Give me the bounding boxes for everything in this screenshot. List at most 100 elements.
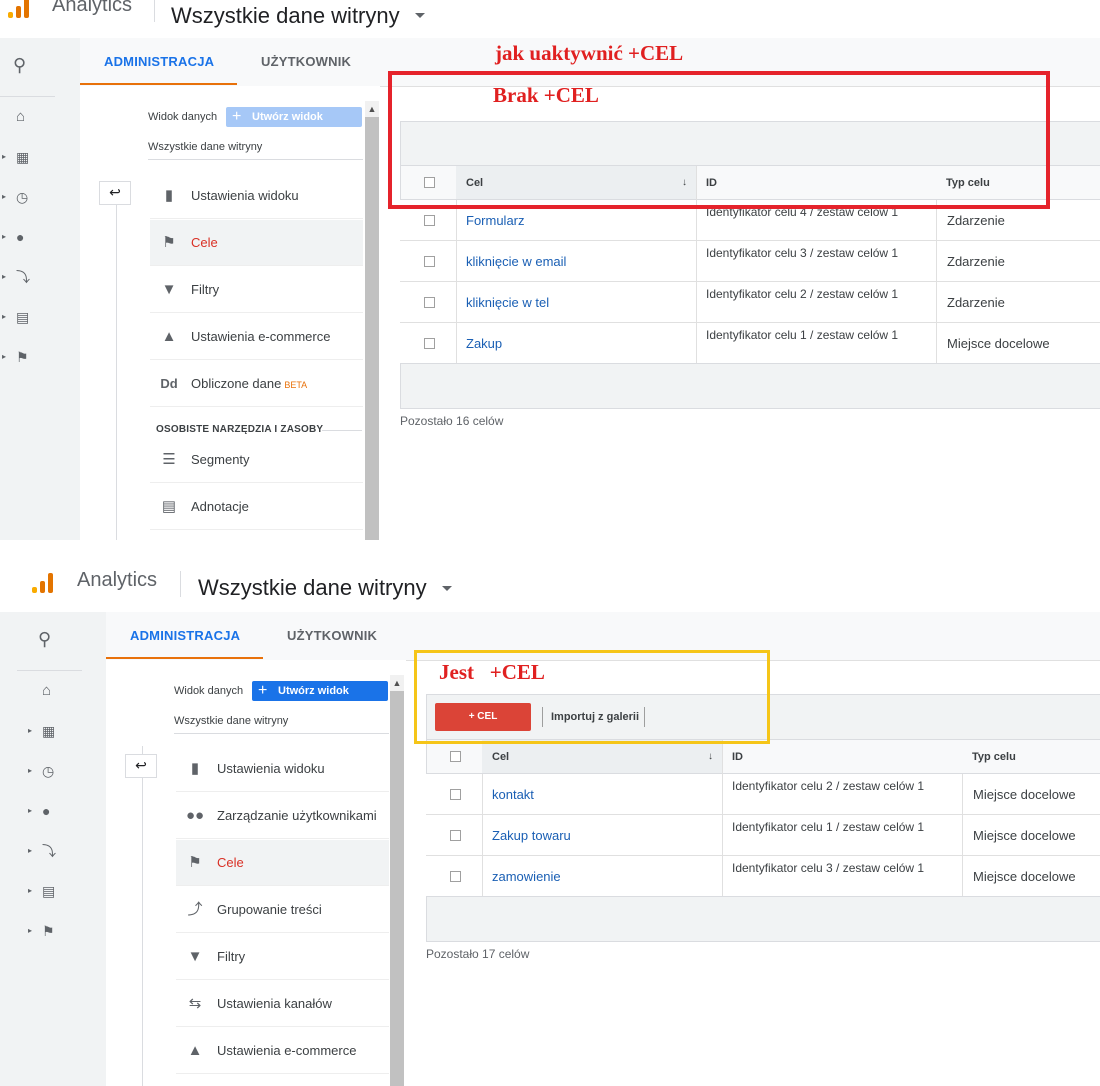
tab-administracja[interactable]: ADMINISTRACJA [104, 54, 214, 69]
goal-type: Miejsce docelowe [973, 787, 1076, 802]
goal-link[interactable]: zamowienie [492, 869, 561, 884]
menu-item-user-management[interactable]: ●● Zarządzanie użytkownikami [176, 793, 389, 839]
column-divider [936, 200, 937, 364]
expand-arrow-icon[interactable]: ▸ [2, 192, 6, 201]
menu-item-filters[interactable]: ▼ Filtry [150, 267, 363, 313]
goal-link[interactable]: Zakup towaru [492, 828, 571, 843]
segments-icon: ☰ [162, 451, 176, 468]
table-row: zamowienie Identyfikator celu 3 / zestaw… [426, 856, 1100, 897]
analytics-logo-icon [32, 569, 62, 593]
home-icon[interactable]: ⌂ [42, 683, 51, 698]
menu-item-annotations[interactable]: ▤ Adnotacje [150, 484, 363, 530]
tab-uzytkownik[interactable]: UŻYTKOWNIK [261, 54, 351, 69]
goal-link[interactable]: Formularz [466, 213, 525, 228]
chevron-down-icon[interactable] [415, 13, 425, 18]
menu-item-segments[interactable]: ☰ Segmenty [150, 437, 363, 483]
column-goal[interactable]: Cel [492, 751, 509, 763]
expand-arrow-icon[interactable]: ▸ [28, 806, 32, 815]
goal-link[interactable]: kontakt [492, 787, 534, 802]
expand-arrow-icon[interactable]: ▸ [2, 232, 6, 241]
nav-divider [0, 96, 55, 97]
expand-arrow-icon[interactable]: ▸ [28, 926, 32, 935]
clock-icon[interactable]: ◷ [16, 190, 28, 204]
tree-line [116, 205, 117, 540]
menu-item-goals[interactable]: ⚑ Cele [150, 220, 363, 266]
tab-underline [106, 657, 263, 659]
menu-item-ecommerce[interactable]: ▲ Ustawienia e-commerce [150, 314, 363, 360]
property-selector[interactable]: Wszystkie dane witryny [198, 575, 427, 601]
scrollbar[interactable] [365, 117, 379, 540]
person-icon[interactable]: ● [16, 230, 24, 244]
create-view-button[interactable]: + Utwórz widok danych [252, 681, 388, 717]
menu-item-calculated-metrics[interactable]: Dd Obliczone dane BETA [150, 361, 363, 407]
scrollbar[interactable] [390, 691, 404, 1086]
conversions-flag-icon[interactable]: ⚑ [42, 924, 55, 938]
menu-item-content-grouping[interactable]: ⤴ Grupowanie treści [176, 887, 389, 933]
view-name[interactable]: Wszystkie dane witryny [174, 715, 288, 727]
table-row: kontakt Identyfikator celu 2 / zestaw ce… [426, 774, 1100, 815]
search-icon[interactable]: ⚲ [38, 630, 51, 648]
menu-item-channel-settings[interactable]: ⇆ Ustawienia kanałów [176, 981, 389, 1027]
expand-arrow-icon[interactable]: ▸ [28, 886, 32, 895]
expand-arrow-icon[interactable]: ▸ [2, 352, 6, 361]
expand-arrow-icon[interactable]: ▸ [2, 152, 6, 161]
menu-item-view-settings[interactable]: ▮ Ustawienia widoku [176, 746, 389, 792]
column-id[interactable]: ID [732, 751, 743, 763]
goal-link[interactable]: kliknięcie w email [466, 254, 566, 269]
acquisition-icon[interactable]: ⤵ [16, 270, 30, 284]
view-name[interactable]: Wszystkie dane witryny [148, 141, 262, 153]
person-icon[interactable]: ● [42, 804, 50, 818]
table-row: kliknięcie w email Identyfikator celu 3 … [400, 241, 1100, 282]
section-heading: OSOBISTE NARZĘDZIA I ZASOBY [156, 424, 324, 435]
expand-arrow-icon[interactable]: ▸ [28, 726, 32, 735]
conversions-flag-icon[interactable]: ⚑ [16, 350, 29, 364]
goal-link[interactable]: kliknięcie w tel [466, 295, 549, 310]
column-divider [722, 740, 723, 897]
sort-arrow-icon[interactable]: ↓ [708, 751, 713, 762]
row-checkbox[interactable] [450, 871, 461, 882]
back-arrow-icon[interactable]: ↩ [99, 181, 131, 205]
row-checkbox[interactable] [450, 830, 461, 841]
expand-arrow-icon[interactable]: ▸ [2, 272, 6, 281]
select-all-checkbox[interactable] [450, 751, 461, 762]
row-checkbox[interactable] [424, 297, 435, 308]
row-checkbox[interactable] [424, 215, 435, 226]
row-checkbox[interactable] [424, 256, 435, 267]
row-checkbox[interactable] [450, 789, 461, 800]
goal-type: Zdarzenie [947, 295, 1005, 310]
behavior-icon[interactable]: ▤ [42, 884, 55, 898]
scroll-up-arrow-icon[interactable]: ▲ [390, 675, 404, 691]
home-icon[interactable]: ⌂ [16, 109, 25, 124]
nav-divider [17, 670, 82, 671]
clock-icon[interactable]: ◷ [42, 764, 54, 778]
tab-administracja[interactable]: ADMINISTRACJA [130, 628, 240, 643]
column-divider [962, 774, 963, 897]
menu-item-view-settings[interactable]: ▮ Ustawienia widoku [150, 173, 363, 219]
row-checkbox[interactable] [424, 338, 435, 349]
dashboard-icon[interactable]: ▦ [42, 724, 55, 738]
goal-id: Identyfikator celu 2 / zestaw celów 1 [732, 779, 925, 793]
behavior-icon[interactable]: ▤ [16, 310, 29, 324]
annotation-icon: ▤ [161, 498, 177, 515]
property-selector[interactable]: Wszystkie dane witryny [171, 3, 400, 29]
menu-item-filters[interactable]: ▼ Filtry [176, 934, 389, 980]
expand-arrow-icon[interactable]: ▸ [2, 312, 6, 321]
create-view-button[interactable]: + Utwórz widok danych [226, 107, 362, 143]
tab-uzytkownik[interactable]: UŻYTKOWNIK [287, 628, 377, 643]
column-type[interactable]: Typ celu [972, 751, 1016, 763]
dashboard-icon[interactable]: ▦ [16, 150, 29, 164]
expand-arrow-icon[interactable]: ▸ [28, 846, 32, 855]
expand-arrow-icon[interactable]: ▸ [28, 766, 32, 775]
goal-link[interactable]: Zakup [466, 336, 502, 351]
table-footer [400, 363, 1100, 409]
chevron-down-icon[interactable] [442, 586, 452, 591]
menu-item-goals[interactable]: ⚑ Cele [176, 840, 389, 886]
search-icon[interactable]: ⚲ [13, 56, 26, 74]
acquisition-icon[interactable]: ⤵ [42, 844, 56, 858]
menu-item-ecommerce[interactable]: ▲ Ustawienia e-commerce [176, 1028, 389, 1074]
view-label: Widok danych [148, 111, 218, 123]
header-divider [180, 571, 181, 597]
back-arrow-icon[interactable]: ↩ [125, 754, 157, 778]
scroll-up-arrow-icon[interactable]: ▲ [365, 101, 379, 117]
tree-line [142, 746, 143, 1086]
